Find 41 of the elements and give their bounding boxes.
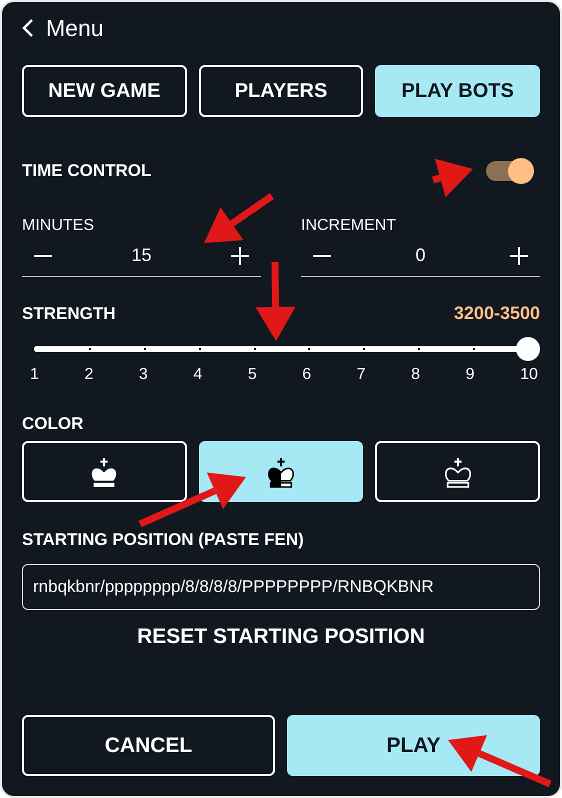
back-button[interactable]: Menu: [22, 10, 104, 46]
play-button[interactable]: PLAY: [287, 715, 540, 776]
chevron-left-icon: [22, 18, 34, 38]
tick-label: 8: [411, 366, 420, 384]
section-label: TIME CONTROL: [22, 161, 152, 181]
increment-button[interactable]: [510, 246, 528, 264]
tick-label: 3: [138, 366, 148, 384]
mode-tab[interactable]: PLAYERS: [198, 65, 364, 117]
tick-label: 2: [84, 366, 94, 384]
mode-tab[interactable]: PLAY BOTS: [375, 65, 540, 117]
reset-position-link[interactable]: RESET STARTING POSITION: [131, 624, 431, 650]
section-label: COLOR: [22, 414, 84, 434]
tick-label: 5: [248, 366, 257, 384]
king-icon: [266, 456, 296, 488]
minus-icon: [313, 254, 331, 256]
stepper-value: 0: [415, 245, 426, 266]
section-label: STARTING POSITION (PASTE FEN): [22, 530, 305, 550]
stepper-value: 15: [131, 245, 152, 266]
stepper-label: MINUTES: [22, 217, 95, 235]
section-label: STRENGTH: [22, 304, 116, 324]
tick-label: 9: [466, 366, 475, 384]
increment-button[interactable]: [231, 246, 249, 264]
slider-thumb[interactable]: [516, 337, 540, 361]
tick-label: 6: [302, 366, 312, 384]
tick-label: 7: [356, 366, 366, 384]
tick-label: 1: [30, 366, 39, 384]
annotation-arrow: [204, 193, 274, 243]
mode-tab[interactable]: NEW GAME: [22, 65, 187, 117]
tick-label: 4: [193, 366, 202, 384]
time-control-toggle[interactable]: [486, 161, 532, 181]
tick-label: 10: [520, 366, 538, 384]
plus-icon: [510, 246, 528, 264]
strength-rating: 3200-3500: [454, 303, 540, 324]
color-option[interactable]: [198, 441, 364, 502]
minus-icon: [34, 254, 52, 256]
annotation-arrow: [432, 158, 473, 198]
cancel-button[interactable]: CANCEL: [22, 715, 275, 776]
fen-input-field[interactable]: rnbqkbnr/pppppppp/8/8/8/8/PPPPPPPP/RNBQKBNR: [22, 564, 540, 610]
king-icon: [442, 456, 473, 488]
plus-icon: [231, 246, 249, 264]
stepper-label: INCREMENT: [301, 217, 398, 235]
